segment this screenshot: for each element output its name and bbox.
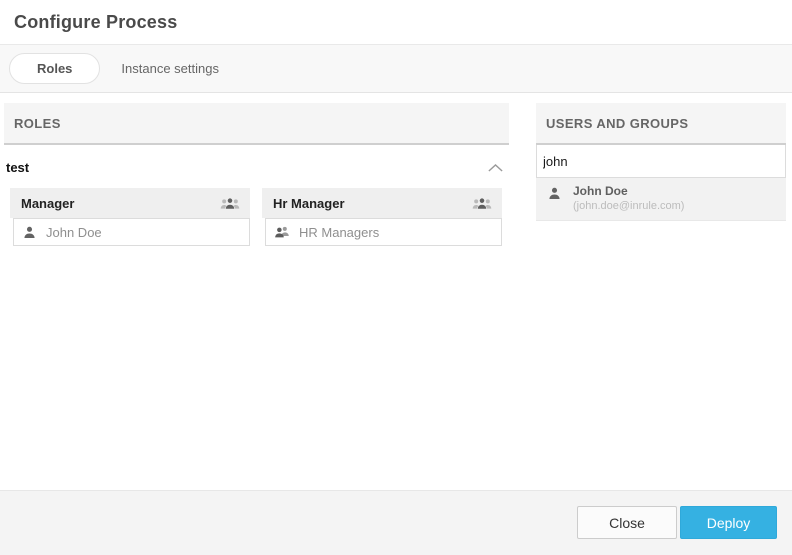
result-user-name: John Doe — [573, 184, 684, 199]
role-group-row[interactable]: test — [6, 160, 507, 175]
dialog-header: Configure Process — [0, 0, 792, 45]
role-name: Hr Manager — [273, 196, 345, 211]
group-icon — [220, 196, 240, 211]
deploy-button[interactable]: Deploy — [680, 506, 777, 539]
user-search-result[interactable]: John Doe (john.doe@inrule.com) — [536, 178, 786, 221]
role-cards: Manager Jo — [4, 188, 509, 246]
role-card-header: Manager — [10, 188, 250, 218]
page-title: Configure Process — [14, 12, 778, 33]
chevron-up-icon[interactable] — [487, 163, 507, 173]
assignee-row[interactable]: HR Managers — [265, 218, 502, 246]
close-button[interactable]: Close — [577, 506, 677, 539]
roles-panel: ROLES test Manager — [4, 103, 509, 490]
result-user-email: (john.doe@inrule.com) — [573, 199, 684, 213]
roles-panel-header: ROLES — [4, 103, 509, 145]
assignee-row[interactable]: John Doe — [13, 218, 250, 246]
role-card-header: Hr Manager — [262, 188, 502, 218]
tab-roles[interactable]: Roles — [9, 53, 100, 84]
role-name: Manager — [21, 196, 74, 211]
users-and-groups-panel: USERS AND GROUPS John Doe (john.doe@inru… — [536, 103, 786, 490]
users-icon — [274, 225, 290, 239]
user-icon — [547, 186, 562, 201]
tab-instance-settings[interactable]: Instance settings — [121, 61, 219, 76]
user-icon — [22, 225, 37, 240]
assignee-name: HR Managers — [299, 225, 379, 240]
role-card-manager: Manager Jo — [10, 188, 250, 246]
tab-bar: Roles Instance settings — [0, 45, 792, 93]
main-content: ROLES test Manager — [0, 93, 792, 490]
user-search-input[interactable] — [536, 145, 786, 178]
users-panel-header: USERS AND GROUPS — [536, 103, 786, 145]
role-group-name: test — [6, 160, 29, 175]
role-card-hr-manager: Hr Manager — [262, 188, 502, 246]
group-icon — [472, 196, 492, 211]
dialog-footer: Close Deploy — [0, 490, 792, 555]
assignee-name: John Doe — [46, 225, 102, 240]
